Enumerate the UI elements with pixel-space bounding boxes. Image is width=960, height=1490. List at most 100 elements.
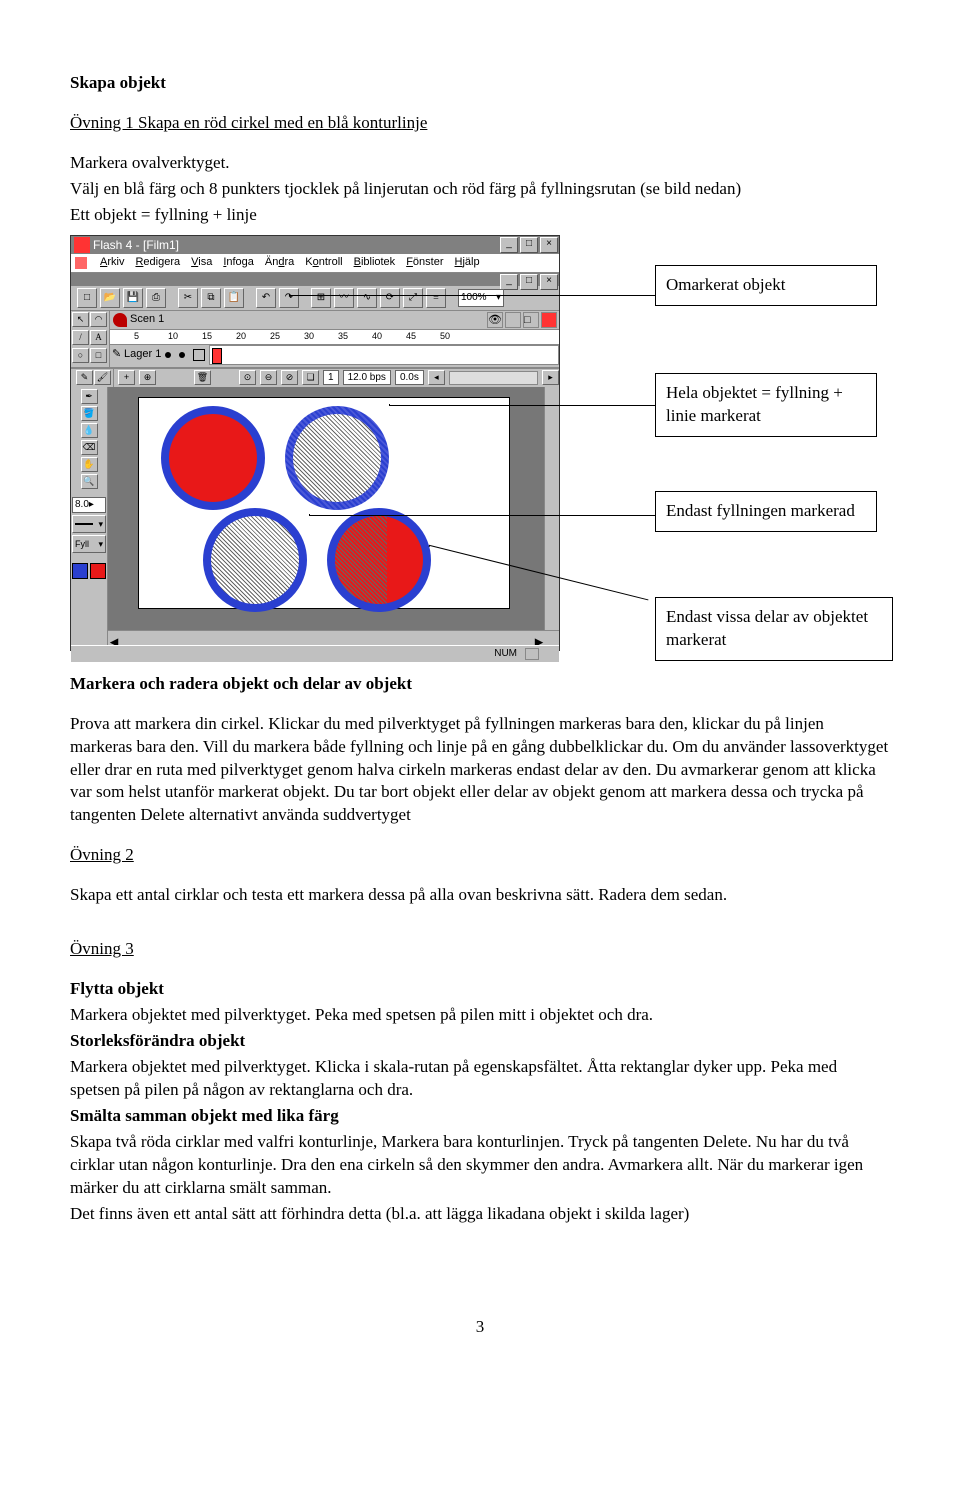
menu-infoga[interactable]: Infoga — [223, 255, 254, 270]
maximize-button[interactable]: □ — [520, 237, 538, 253]
callout-line-3 — [310, 515, 655, 516]
add-guide-icon[interactable]: ⊕ — [139, 370, 156, 385]
tool-new-icon[interactable]: □ — [77, 288, 97, 308]
menu-redigera[interactable]: Redigera — [135, 255, 180, 270]
tool-align-icon[interactable]: ≡ — [426, 288, 446, 308]
timeline-controls: ✎ 🖌 + ⊕ 🗑 ⊙ ⊖ ⊘ ❏ 1 12.0 bps 0.0s ◂ ▸ — [71, 368, 559, 387]
time-display: 0.0s — [395, 370, 424, 386]
layer-dot1[interactable] — [165, 352, 171, 358]
eraser-tool-icon[interactable]: ⌫ — [81, 440, 98, 455]
tool-save-icon[interactable]: 💾 — [123, 288, 143, 308]
menu-bibliotek[interactable]: Bibliotek — [354, 255, 396, 270]
stroke-color-swatch[interactable] — [72, 563, 88, 579]
doc-min-button[interactable]: _ — [500, 274, 518, 290]
menu-arkiv[interactable]: AArkivrkiv — [100, 255, 124, 270]
layer-row[interactable]: ✎ Lager 1 — [110, 345, 559, 365]
outline-icon[interactable]: □ — [523, 312, 539, 328]
text-tool-icon[interactable]: A — [90, 330, 107, 345]
eye-icon[interactable]: 👁 — [487, 312, 503, 328]
oval-tool-icon[interactable]: ○ — [72, 348, 89, 363]
circle-partial-selected[interactable] — [327, 508, 431, 612]
frame-marker-icon — [541, 312, 557, 328]
stage[interactable]: ◂ ▸ — [108, 387, 559, 645]
scene-label[interactable]: Scen 1 — [130, 312, 164, 327]
p-flytta: Markera objektet med pilverktyget. Peka … — [70, 1004, 890, 1027]
tool-copy-icon[interactable]: ⧉ — [201, 288, 221, 308]
line-tool-icon[interactable]: / — [72, 330, 89, 345]
bucket-tool-icon[interactable]: 🪣 — [81, 406, 98, 421]
menu-visa[interactable]: Visa — [191, 255, 212, 270]
resize-grip-icon[interactable] — [525, 648, 539, 660]
tool-open-icon[interactable]: 📂 — [100, 288, 120, 308]
p-forhindra: Det finns även ett antal sätt att förhin… — [70, 1203, 890, 1226]
page-number: 3 — [70, 1316, 890, 1339]
layer-dot2[interactable] — [179, 352, 185, 358]
menu-hjalp[interactable]: Hjälp — [455, 255, 480, 270]
layer-name[interactable]: Lager 1 — [124, 347, 161, 362]
zoom-tool-icon[interactable]: 🔍 — [81, 474, 98, 489]
close-button[interactable]: × — [540, 237, 558, 253]
dropper-tool-icon[interactable]: 💧 — [81, 423, 98, 438]
menu-fonster[interactable]: Fönster — [406, 255, 443, 270]
hand-tool-icon[interactable]: ✋ — [81, 457, 98, 472]
tool-snap-icon[interactable]: ⊞ — [311, 288, 331, 308]
heading-skapa-objekt: Skapa objekt — [70, 72, 890, 95]
fill-color-swatch[interactable] — [90, 563, 106, 579]
onion-icon[interactable]: ⊖ — [260, 370, 277, 385]
stroke-style[interactable]: ▾ — [72, 515, 106, 533]
zoom-select[interactable]: 100%▾ — [458, 289, 504, 307]
circle-unmarked[interactable] — [161, 406, 265, 510]
timeline-scrollbar[interactable] — [449, 371, 538, 385]
p-prova-markera: Prova att markera din cirkel. Klickar du… — [70, 713, 890, 828]
onion-outline-icon[interactable]: ⊘ — [281, 370, 298, 385]
vertical-scrollbar[interactable] — [544, 387, 559, 645]
tool-print-icon[interactable]: ⎙ — [146, 288, 166, 308]
ink-tool-icon[interactable]: ✒ — [81, 389, 98, 404]
circle-fully-selected[interactable] — [285, 406, 389, 510]
tool-rotate-icon[interactable]: ⟳ — [380, 288, 400, 308]
fill-dropdown[interactable]: Fyll▾ — [72, 535, 106, 553]
p-storlek: Markera objektet med pilverktyget. Klick… — [70, 1056, 890, 1102]
figure-wrapper: Flash 4 - [Film1] _ □ × AArkivrkiv Redig… — [70, 235, 890, 655]
link-ovning1[interactable]: Övning 1 Skapa en röd cirkel med en blå … — [70, 113, 427, 132]
frames-strip[interactable] — [209, 345, 559, 365]
doc-icon — [75, 257, 87, 269]
tool-smooth-icon[interactable]: 〰 — [334, 288, 354, 308]
callout-omarkerat: Omarkerat objekt — [655, 265, 877, 306]
window-titlebar: Flash 4 - [Film1] _ □ × — [71, 236, 559, 254]
tool-undo-icon[interactable]: ↶ — [256, 288, 276, 308]
doc-close-button[interactable]: × — [540, 274, 558, 290]
trash-icon[interactable]: 🗑 — [194, 370, 211, 385]
scroll-left-icon[interactable]: ◂ — [428, 370, 445, 385]
edit-frames-icon[interactable]: ❏ — [302, 370, 319, 385]
horizontal-scrollbar[interactable]: ◂ ▸ — [108, 630, 559, 645]
add-layer-icon[interactable]: + — [118, 370, 135, 385]
menu-kontroll[interactable]: Kontroll — [305, 255, 342, 270]
layer-color-icon[interactable] — [193, 349, 205, 361]
pencil-tool-icon[interactable]: ✎ — [76, 370, 93, 385]
brush-tool-icon[interactable]: 🖌 — [94, 370, 111, 385]
tool-redo-icon[interactable]: ↷ — [279, 288, 299, 308]
circle-fill-selected[interactable] — [203, 508, 307, 612]
link-ovning3[interactable]: Övning 3 — [70, 939, 134, 958]
stroke-width-input[interactable]: 8.0▸ — [72, 497, 106, 513]
canvas[interactable] — [138, 397, 510, 609]
menu-andra[interactable]: Ändra — [265, 255, 294, 270]
lock-icon[interactable] — [505, 312, 521, 328]
keyframe-icon[interactable] — [212, 348, 222, 364]
lasso-tool-icon[interactable]: ◠ — [90, 312, 107, 327]
doc-max-button[interactable]: □ — [520, 274, 538, 290]
callout-line-1 — [290, 295, 655, 296]
tool-paste-icon[interactable]: 📋 — [224, 288, 244, 308]
tool-scale-icon[interactable]: ⤢ — [403, 288, 423, 308]
p-skapa-cirklar: Skapa ett antal cirklar och testa ett ma… — [70, 884, 890, 907]
tool-straighten-icon[interactable]: ∿ — [357, 288, 377, 308]
callout-vissa-delar: Endast vissa delar av objektetmarkerat — [655, 597, 893, 661]
scroll-right-icon[interactable]: ▸ — [542, 370, 559, 385]
minimize-button[interactable]: _ — [500, 237, 518, 253]
arrow-tool-icon[interactable]: ↖ — [72, 312, 89, 327]
center-icon[interactable]: ⊙ — [239, 370, 256, 385]
tool-cut-icon[interactable]: ✂ — [178, 288, 198, 308]
rect-tool-icon[interactable]: □ — [90, 348, 107, 363]
link-ovning2[interactable]: Övning 2 — [70, 845, 134, 864]
